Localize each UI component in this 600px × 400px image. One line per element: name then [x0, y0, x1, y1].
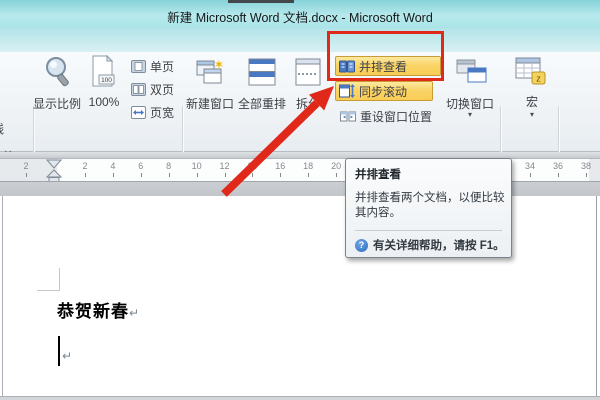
page-width-label: 页宽: [150, 105, 175, 120]
ruler-number: 18: [303, 161, 314, 171]
ruler-tick: [336, 173, 338, 177]
titlebar-notch: [228, 0, 294, 3]
indent-markers[interactable]: [46, 159, 62, 182]
word-window: 新建 Microsoft Word 文档.docx - Microsoft Wo…: [0, 0, 600, 400]
ruler-tick: [586, 173, 587, 177]
arrange-all-button[interactable]: 全部重排: [235, 95, 289, 112]
one-page-button[interactable]: 单页: [128, 56, 177, 76]
page-width-button[interactable]: 页宽: [128, 102, 177, 122]
margin-corner-mark: [37, 268, 60, 291]
macros-button[interactable]: 宏: [522, 93, 542, 110]
document-heading: 恭贺新春↵: [57, 297, 139, 322]
ruler-tick: [530, 173, 531, 177]
ruler-tick: [26, 173, 27, 177]
ruler-number: 2: [82, 161, 88, 171]
tooltip-title: 并排查看: [355, 169, 401, 181]
reset-position-icon: [340, 111, 356, 121]
help-question-icon: ?: [355, 238, 368, 252]
ruler-number: 20: [331, 161, 342, 171]
ruler-tick: [558, 173, 559, 177]
reset-position-button[interactable]: 重设窗口位置: [337, 106, 435, 126]
paragraph-mark: ↵: [62, 349, 73, 363]
ruler-tick: [140, 173, 142, 177]
macros-dropdown-arrow[interactable]: ▾: [524, 110, 540, 119]
ruler-number: 10: [191, 161, 202, 171]
zoom-100-icon[interactable]: 100: [91, 55, 117, 89]
two-pages-icon: [131, 82, 146, 96]
page-width-icon: [131, 105, 146, 119]
zoom-100-button[interactable]: 100%: [86, 95, 122, 109]
tooltip-body: 并排查看两个文档，以便比较其内容。: [355, 192, 505, 219]
ruler-tick: [224, 173, 226, 177]
ruler-tick: [85, 173, 86, 177]
gridlines-label-fragment: 线: [0, 120, 4, 137]
svg-text:✶: ✶: [214, 58, 225, 73]
ruler-number: 2: [23, 161, 29, 171]
reset-position-label: 重设窗口位置: [360, 109, 433, 124]
ruler-number: 36: [552, 161, 564, 171]
svg-text:100: 100: [101, 77, 112, 84]
ruler-number: 16: [275, 161, 286, 171]
annotation-highlight-box: [327, 31, 444, 81]
ruler-number: 12: [219, 161, 230, 171]
ruler-number: 14: [247, 161, 258, 171]
macros-icon[interactable]: z: [514, 56, 548, 90]
paragraph-mark: ↵: [129, 306, 140, 320]
window-title: 新建 Microsoft Word 文档.docx - Microsoft Wo…: [167, 11, 433, 25]
tooltip-divider: [355, 230, 502, 231]
title-bar: 新建 Microsoft Word 文档.docx - Microsoft Wo…: [0, 0, 600, 28]
switch-windows-dropdown-arrow[interactable]: ▾: [462, 110, 478, 119]
ruler-number: 38: [580, 161, 592, 171]
ruler-tick: [280, 173, 282, 177]
one-page-icon: [131, 59, 146, 73]
split-icon[interactable]: [295, 58, 321, 86]
new-window-icon[interactable]: ✶: [196, 58, 226, 86]
ruler-number: 8: [166, 161, 172, 171]
ruler-tick: [308, 173, 310, 177]
two-pages-label: 双页: [150, 82, 175, 97]
zoom-icon[interactable]: [44, 56, 72, 88]
sync-scroll-button[interactable]: 同步滚动: [335, 81, 433, 101]
ribbon: 线 格 显示比例 100 100%: [0, 52, 600, 199]
ruler-tick: [196, 173, 198, 177]
ribbon-tab-row: 审阅 视图: [0, 28, 600, 81]
ruler-tick: [168, 173, 170, 177]
tooltip-help-text: 有关详细帮助，请按 F1。: [373, 240, 505, 252]
svg-text:z: z: [536, 74, 541, 84]
arrange-all-icon[interactable]: [248, 58, 276, 86]
two-pages-button[interactable]: 双页: [128, 79, 177, 99]
heading-text: 恭贺新春: [57, 302, 129, 321]
split-button[interactable]: 拆分: [294, 95, 322, 112]
switch-windows-icon[interactable]: [456, 58, 488, 86]
zoom-button[interactable]: 显示比例: [28, 95, 86, 112]
ruler-number: 6: [138, 161, 144, 171]
horizontal-scroll-strip[interactable]: [0, 396, 600, 400]
sync-scroll-label: 同步滚动: [359, 84, 408, 99]
ruler-number: 4: [110, 161, 116, 171]
text-cursor: [58, 336, 60, 366]
ruler-number: 34: [524, 161, 536, 171]
tooltip-view-side-by-side: 并排查看 并排查看两个文档，以便比较其内容。 ? 有关详细帮助，请按 F1。: [345, 158, 512, 258]
ruler-tick: [252, 173, 254, 177]
one-page-label: 单页: [150, 59, 175, 74]
new-window-button[interactable]: 新建窗口: [183, 95, 237, 112]
ruler-tick: [112, 173, 114, 177]
sync-scroll-icon: [339, 84, 355, 98]
